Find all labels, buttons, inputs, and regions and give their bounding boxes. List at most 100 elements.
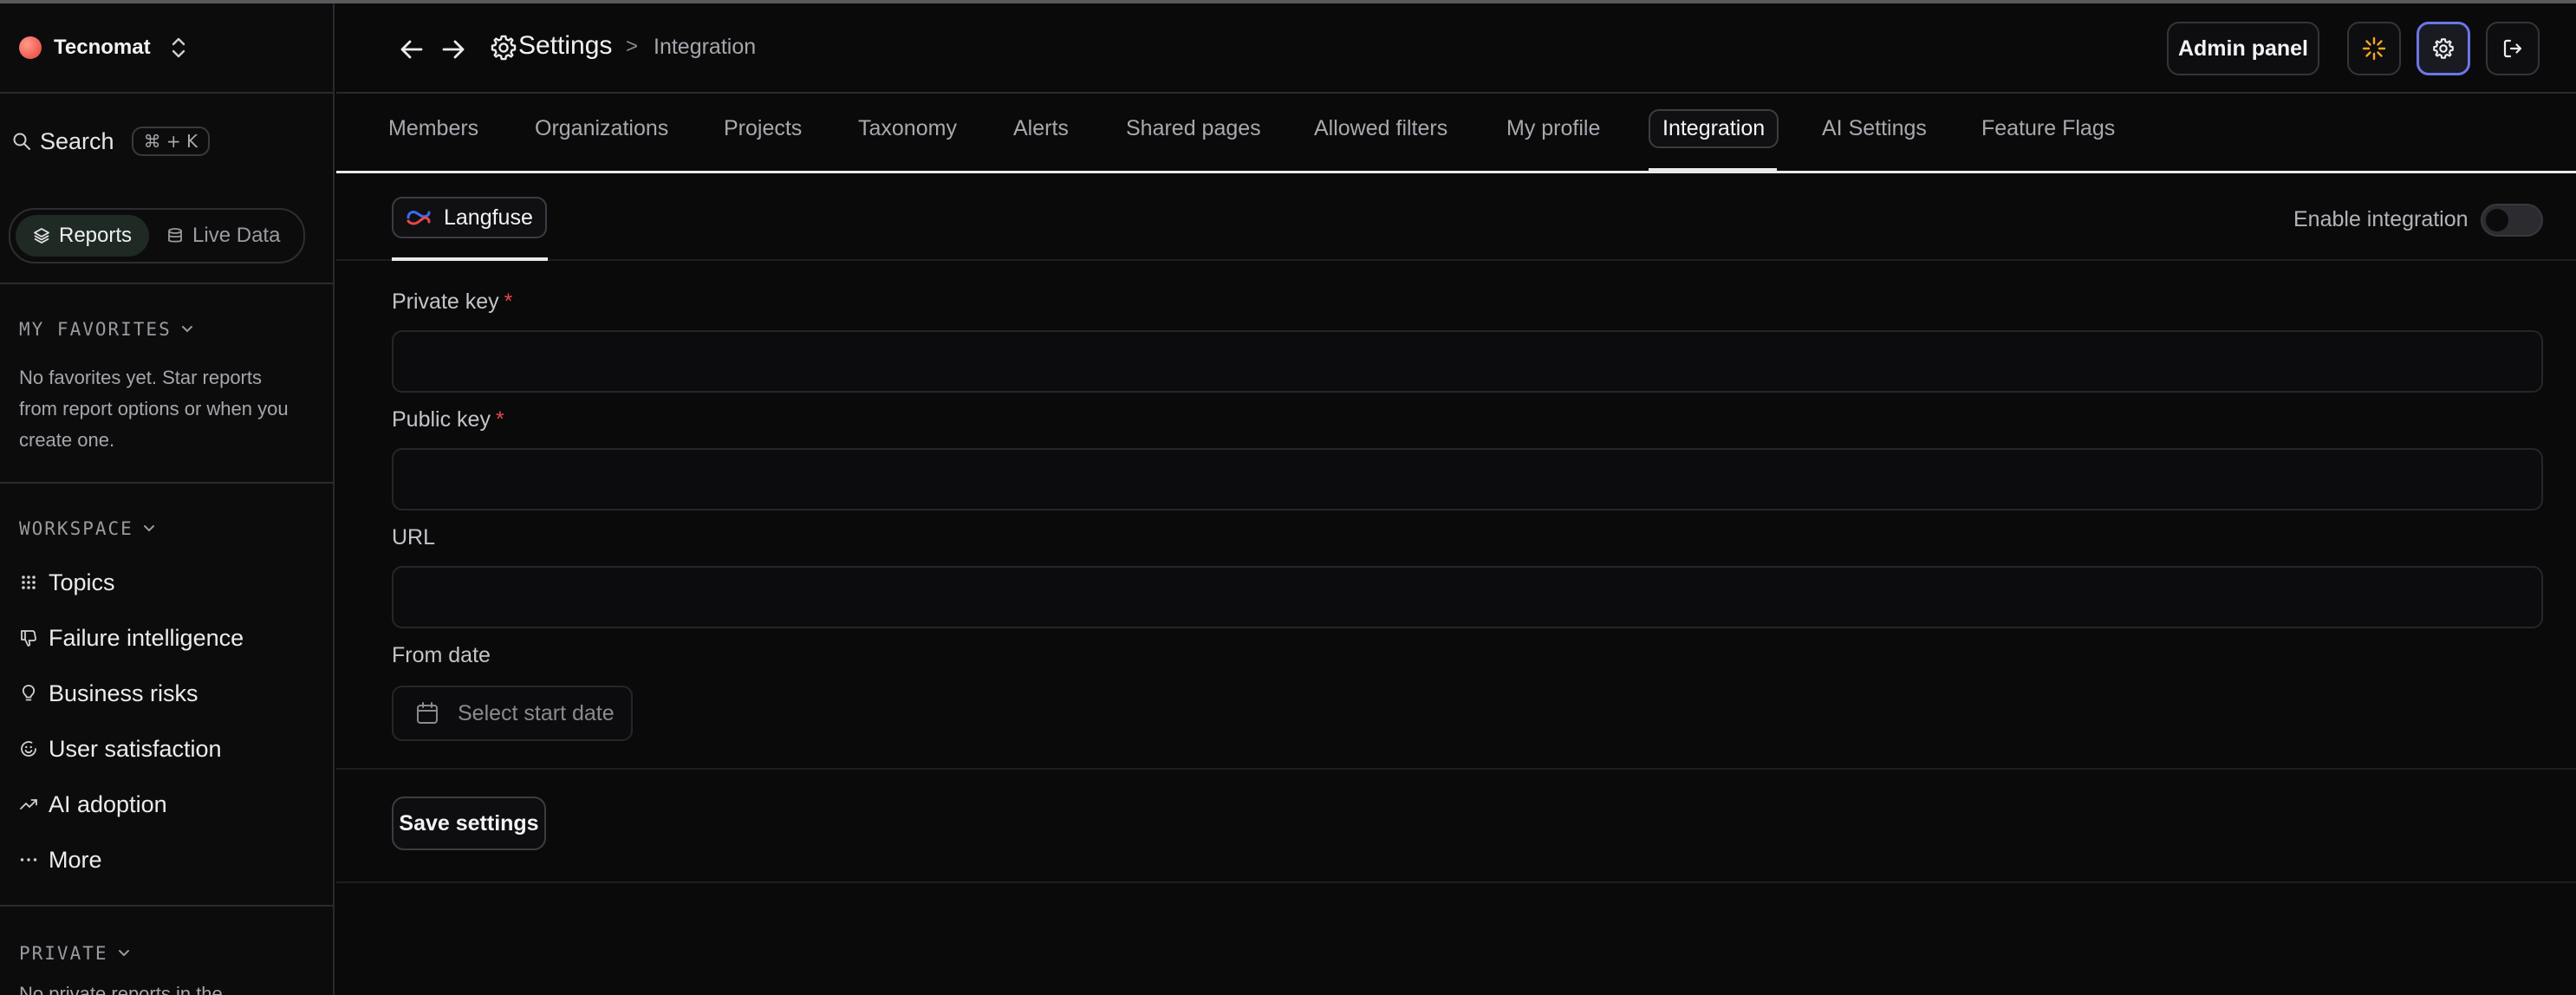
provider-tab-langfuse[interactable]: Langfuse	[392, 197, 547, 238]
sidebar-item-label: User satisfaction	[49, 735, 222, 762]
public-key-input[interactable]	[392, 448, 2543, 511]
toggle-knob	[2486, 209, 2508, 231]
logout-button[interactable]	[2486, 22, 2540, 75]
form-divider	[336, 881, 2576, 883]
sidebar-item-topics[interactable]: Topics	[19, 565, 115, 600]
private-key-input[interactable]	[392, 330, 2543, 393]
search-label: Search	[40, 127, 114, 154]
admin-panel-button[interactable]: Admin panel	[2167, 22, 2319, 75]
sidebar: Tecnomat Search ⌘ + K Reports Live Data …	[0, 3, 335, 995]
from-date-placeholder: Select start date	[458, 700, 615, 725]
tab-ai-settings[interactable]: AI Settings	[1822, 116, 1927, 141]
sidebar-item-more[interactable]: More	[19, 842, 102, 877]
view-switch-live-data[interactable]: Live Data	[149, 215, 297, 257]
tab-my-profile[interactable]: My profile	[1506, 116, 1600, 141]
top-header: Settings > Integration Admin panel	[336, 3, 2576, 94]
required-mark: *	[495, 407, 504, 432]
search-trigger[interactable]: Search ⌘ + K	[12, 121, 211, 161]
provider-tab-label: Langfuse	[444, 205, 533, 230]
lightbulb-icon	[19, 684, 38, 703]
sidebar-item-label: Business risks	[49, 680, 198, 706]
tab-integration[interactable]: Integration	[1649, 109, 1779, 148]
private-key-label: Private key *	[392, 289, 512, 315]
favorites-section-toggle[interactable]: MY FAVORITES	[19, 319, 194, 340]
chevron-down-icon	[118, 950, 129, 957]
trending-up-icon	[19, 795, 38, 814]
chevron-down-icon	[181, 326, 192, 333]
tab-taxonomy[interactable]: Taxonomy	[858, 116, 957, 141]
search-shortcut: ⌘ + K	[131, 127, 211, 156]
sidebar-item-user-satisfaction[interactable]: User satisfaction	[19, 732, 222, 766]
settings-tabs: Members Organizations Projects Taxonomy …	[336, 94, 2576, 173]
theme-toggle-button[interactable]	[2347, 22, 2401, 75]
active-tab-indicator	[1649, 168, 1777, 173]
enable-integration-toggle[interactable]	[2481, 204, 2543, 237]
enable-integration-label: Enable integration	[2293, 207, 2469, 231]
tab-members[interactable]: Members	[388, 116, 478, 141]
back-arrow-icon[interactable]	[397, 35, 426, 64]
calendar-icon	[417, 702, 438, 724]
forward-arrow-icon[interactable]	[439, 35, 468, 64]
private-heading: PRIVATE	[19, 943, 108, 964]
public-key-label: Public key *	[392, 407, 504, 432]
ellipsis-icon	[19, 850, 38, 869]
sun-icon	[2362, 36, 2386, 61]
view-switch-reports[interactable]: Reports	[16, 215, 150, 257]
tab-feature-flags[interactable]: Feature Flags	[1981, 116, 2115, 141]
chevron-down-icon	[143, 525, 154, 532]
sidebar-item-ai-adoption[interactable]: AI adoption	[19, 787, 167, 822]
smile-icon	[19, 739, 38, 758]
grid-icon	[19, 573, 38, 592]
workspace-name: Tecnomat	[54, 36, 151, 59]
tab-shared-pages[interactable]: Shared pages	[1126, 116, 1261, 141]
sidebar-item-label: More	[49, 846, 102, 873]
tab-organizations[interactable]: Organizations	[535, 116, 668, 141]
layers-icon	[34, 228, 49, 244]
sidebar-item-failure-intelligence[interactable]: Failure intelligence	[19, 621, 244, 655]
tab-alerts[interactable]: Alerts	[1013, 116, 1069, 141]
from-date-picker[interactable]: Select start date	[392, 686, 633, 741]
sidebar-item-business-risks[interactable]: Business risks	[19, 676, 198, 711]
favorites-heading: MY FAVORITES	[19, 319, 172, 340]
save-settings-button[interactable]: Save settings	[392, 797, 546, 850]
required-mark: *	[504, 289, 513, 314]
langfuse-logo-icon	[407, 211, 431, 225]
url-label: URL	[392, 525, 436, 550]
sidebar-item-label: Failure intelligence	[49, 624, 244, 651]
form-divider	[336, 768, 2576, 770]
workspace-switcher[interactable]: Tecnomat	[0, 3, 333, 94]
sidebar-divider	[0, 482, 333, 484]
breadcrumb-current: Integration	[654, 35, 757, 59]
view-switch-reports-label: Reports	[59, 224, 133, 247]
log-out-icon	[2503, 39, 2522, 58]
active-provider-indicator	[392, 257, 548, 261]
private-key-label-text: Private key	[392, 289, 499, 314]
workspace-avatar	[19, 36, 42, 59]
sidebar-item-label: AI adoption	[49, 790, 167, 817]
chevrons-up-down-icon	[172, 37, 185, 58]
tab-projects[interactable]: Projects	[724, 116, 802, 141]
gear-icon	[491, 35, 517, 61]
settings-button[interactable]	[2417, 22, 2470, 75]
public-key-label-text: Public key	[392, 407, 491, 432]
sidebar-item-label: Topics	[49, 569, 115, 595]
view-switch: Reports Live Data	[9, 208, 305, 263]
favorites-empty-text: No favorites yet. Star reports from repo…	[19, 367, 289, 451]
from-date-label: From date	[392, 643, 491, 667]
provider-tabs: Langfuse Enable integration	[336, 176, 2576, 261]
sidebar-divider	[0, 283, 333, 284]
private-empty-text: No private reports in the	[19, 983, 223, 995]
private-section-toggle[interactable]: PRIVATE	[19, 943, 131, 964]
workspace-section-toggle[interactable]: WORKSPACE	[19, 518, 156, 539]
thumbs-down-icon	[19, 628, 38, 647]
integration-settings: Langfuse Enable integration Private key *…	[336, 176, 2576, 995]
database-icon	[168, 228, 182, 243]
gear-icon	[2433, 38, 2454, 59]
url-input[interactable]	[392, 566, 2543, 628]
workspace-heading: WORKSPACE	[19, 518, 133, 539]
breadcrumb-settings[interactable]: Settings	[518, 31, 612, 61]
view-switch-live-data-label: Live Data	[192, 224, 281, 247]
tab-allowed-filters[interactable]: Allowed filters	[1314, 116, 1447, 141]
sidebar-divider	[0, 905, 333, 907]
search-icon	[13, 133, 30, 150]
